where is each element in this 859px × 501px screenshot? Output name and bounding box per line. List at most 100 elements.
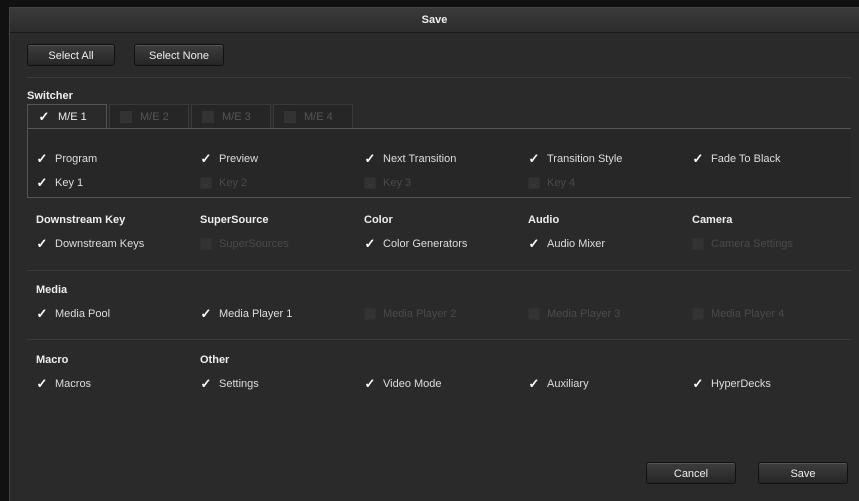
media-pool-checkbox[interactable]: ✓ Media Pool (36, 306, 111, 322)
checkbox-label: Key 1 (55, 177, 84, 189)
check-icon: ✓ (364, 151, 376, 166)
checkbox-empty-icon (202, 110, 214, 123)
checkbox-label: SuperSources (219, 238, 289, 250)
checkbox-label: Settings (219, 378, 259, 390)
other-title: Other (200, 354, 230, 366)
check-icon: ✓ (36, 175, 48, 190)
check-icon: ✓ (528, 236, 540, 251)
dialog-title: Save (10, 8, 859, 33)
tab-label: M/E 1 (58, 110, 87, 123)
camera-settings-checkbox[interactable]: Camera Settings (692, 236, 793, 252)
checkbox-label: Key 2 (219, 177, 248, 189)
checkbox-label: Media Player 4 (711, 308, 785, 320)
media-player4-checkbox[interactable]: Media Player 4 (692, 306, 784, 322)
save-button[interactable]: Save (758, 462, 848, 484)
key2-checkbox[interactable]: Key 2 (200, 175, 247, 191)
divider (27, 270, 851, 271)
camera-title: Camera (692, 214, 733, 226)
checkbox-empty-icon (692, 308, 704, 320)
divider (27, 77, 851, 78)
divider (27, 339, 851, 340)
check-icon: ✓ (692, 151, 704, 166)
color-title: Color (364, 214, 393, 226)
select-none-button[interactable]: Select None (134, 44, 224, 66)
checkbox-empty-icon (364, 177, 376, 189)
checkbox-label: Program (55, 153, 98, 165)
fade-to-black-checkbox[interactable]: ✓ Fade To Black (692, 151, 781, 167)
audio-title: Audio (528, 214, 560, 226)
media-player3-checkbox[interactable]: Media Player 3 (528, 306, 620, 322)
macro-title: Macro (36, 354, 69, 366)
checkbox-label: Fade To Black (711, 153, 781, 165)
select-all-button[interactable]: Select All (27, 44, 115, 66)
tab-me3[interactable]: M/E 3 (191, 104, 271, 128)
key1-checkbox[interactable]: ✓ Key 1 (36, 175, 84, 191)
tab-label: M/E 3 (222, 110, 251, 123)
check-icon: ✓ (528, 376, 540, 391)
checkbox-label: Next Transition (383, 153, 457, 165)
check-icon: ✓ (36, 151, 48, 166)
auxiliary-checkbox[interactable]: ✓ Auxiliary (528, 376, 589, 392)
checkbox-label: Media Pool (55, 308, 111, 320)
tab-label: M/E 4 (304, 110, 333, 123)
check-icon: ✓ (36, 306, 48, 321)
check-icon: ✓ (200, 376, 212, 391)
checkbox-label: Preview (219, 153, 259, 165)
next-transition-checkbox[interactable]: ✓ Next Transition (364, 151, 457, 167)
checkbox-label: Audio Mixer (547, 238, 606, 250)
media-player2-checkbox[interactable]: Media Player 2 (364, 306, 456, 322)
checkbox-label: Downstream Keys (55, 238, 145, 250)
checkbox-label: Color Generators (383, 238, 468, 250)
media-title: Media (36, 284, 68, 296)
video-mode-checkbox[interactable]: ✓ Video Mode (364, 376, 442, 392)
tab-me2[interactable]: M/E 2 (109, 104, 189, 128)
color-generators-checkbox[interactable]: ✓ Color Generators (364, 236, 468, 252)
program-checkbox[interactable]: ✓ Program (36, 151, 98, 167)
supersources-checkbox[interactable]: SuperSources (200, 236, 289, 252)
supersource-title: SuperSource (200, 214, 269, 226)
checkbox-label: Key 3 (383, 177, 412, 189)
check-icon: ✓ (692, 376, 704, 391)
check-icon: ✓ (200, 151, 212, 166)
tab-me4[interactable]: M/E 4 (273, 104, 353, 128)
media-player1-checkbox[interactable]: ✓ Media Player 1 (200, 306, 293, 322)
checkbox-empty-icon (528, 308, 540, 320)
checkbox-label: Camera Settings (711, 238, 793, 250)
checkbox-empty-icon (284, 110, 296, 123)
key3-checkbox[interactable]: Key 3 (364, 175, 411, 191)
checkbox-empty-icon (200, 177, 212, 189)
check-icon: ✓ (36, 236, 48, 251)
checkbox-empty-icon (120, 110, 132, 123)
switcher-title: Switcher (27, 90, 73, 102)
downstream-key-title: Downstream Key (36, 214, 126, 226)
checkbox-label: Key 4 (547, 177, 576, 189)
check-icon: ✓ (200, 306, 212, 321)
checkbox-label: Media Player 3 (547, 308, 621, 320)
preview-checkbox[interactable]: ✓ Preview (200, 151, 259, 167)
cancel-button[interactable]: Cancel (646, 462, 736, 484)
checkbox-label: Macros (55, 378, 92, 390)
key4-checkbox[interactable]: Key 4 (528, 175, 575, 191)
checkbox-empty-icon (364, 308, 376, 320)
hyperdecks-checkbox[interactable]: ✓ HyperDecks (692, 376, 771, 392)
tab-me1[interactable]: ✓ M/E 1 (27, 104, 107, 128)
checkbox-label: Auxiliary (547, 378, 589, 390)
checkbox-empty-icon (692, 238, 704, 250)
downstream-keys-checkbox[interactable]: ✓ Downstream Keys (36, 236, 145, 252)
check-icon: ✓ (364, 236, 376, 251)
transition-style-checkbox[interactable]: ✓ Transition Style (528, 151, 623, 167)
check-icon: ✓ (36, 376, 48, 391)
check-icon: ✓ (38, 108, 50, 124)
save-dialog: Save Select All Select None Switcher ✓ M… (9, 7, 859, 501)
checkbox-label: Media Player 1 (219, 308, 293, 320)
checkbox-label: HyperDecks (711, 378, 771, 390)
macros-checkbox[interactable]: ✓ Macros (36, 376, 92, 392)
checkbox-empty-icon (528, 177, 540, 189)
checkbox-label: Transition Style (547, 153, 623, 165)
tab-label: M/E 2 (140, 110, 169, 123)
audio-mixer-checkbox[interactable]: ✓ Audio Mixer (528, 236, 606, 252)
checkbox-empty-icon (200, 238, 212, 250)
checkbox-label: Media Player 2 (383, 308, 457, 320)
settings-checkbox[interactable]: ✓ Settings (200, 376, 259, 392)
check-icon: ✓ (364, 376, 376, 391)
